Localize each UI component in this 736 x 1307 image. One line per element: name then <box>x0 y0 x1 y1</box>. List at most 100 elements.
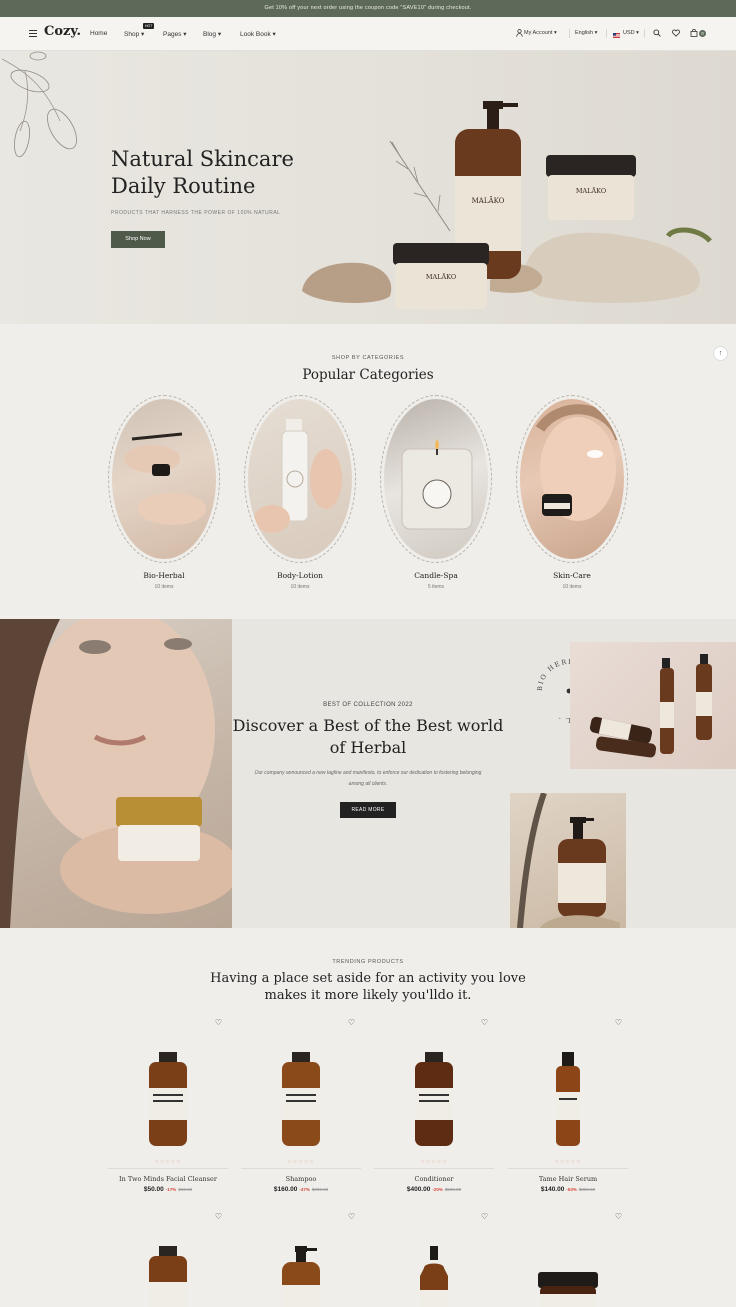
product-image <box>415 1052 453 1146</box>
shop-now-button[interactable]: Shop Now <box>111 231 165 248</box>
discount-badge: -17% <box>165 1187 177 1192</box>
category-name[interactable]: Skin-Care <box>516 571 628 580</box>
divider <box>108 1168 228 1169</box>
category-count: 5 items <box>427 584 445 590</box>
category-count: 10 items <box>290 584 310 590</box>
wishlist-heart-icon[interactable]: ♡ <box>481 1212 488 1221</box>
categories-eyebrow: SHOP BY CATEGORIES <box>331 355 405 361</box>
discount-badge: -47% <box>299 1187 310 1192</box>
collection-products-image <box>570 642 736 769</box>
hero-bottle-label: MALĀKO <box>472 196 505 205</box>
product-image <box>538 1272 598 1307</box>
rating-stars: ☆☆☆☆☆ <box>420 1159 448 1165</box>
wishlist-heart-icon[interactable]: ♡ <box>615 1018 622 1027</box>
product-price: $160.00 -47% $300.00 <box>273 1186 329 1193</box>
collection-description: Our company announced a new tagline and … <box>254 770 482 787</box>
menu-icon[interactable] <box>29 30 37 39</box>
hot-badge: HOT <box>143 23 155 29</box>
leaf-branch-illustration <box>1 51 77 158</box>
product-image <box>282 1052 320 1146</box>
user-icon <box>515 29 524 38</box>
divider <box>644 29 645 38</box>
wishlist-heart-icon[interactable]: ♡ <box>615 1212 622 1221</box>
category-card-candle-spa[interactable]: Candle-Spa 5 items <box>380 395 492 590</box>
wishlist-heart-icon[interactable]: ♡ <box>215 1018 222 1027</box>
rating-stars: ☆☆☆☆☆ <box>154 1159 182 1165</box>
category-count: 10 items <box>154 584 174 590</box>
product-price: $140.00 -53% $300.00 <box>540 1186 596 1193</box>
discount-badge: -20% <box>432 1187 443 1192</box>
hero-products-image: MALĀKO MALĀKO MALĀKO <box>302 101 712 309</box>
category-image-bio-herbal <box>112 399 216 559</box>
product-image <box>149 1246 187 1307</box>
product-title[interactable]: Conditioner <box>374 1175 494 1183</box>
category-image-body-lotion <box>248 399 352 559</box>
product-image <box>149 1052 187 1146</box>
search-icon[interactable] <box>652 29 661 38</box>
nav-home[interactable]: Home <box>90 30 107 37</box>
divider <box>508 1168 628 1169</box>
hero-subtitle: PRODUCTS THAT HARNESS THE POWER OF 100% … <box>111 210 281 216</box>
nav-look-book[interactable]: Look Book ▾ <box>240 30 276 38</box>
product-price: $50.00 -17% $60.00 <box>143 1186 193 1193</box>
trending-title: Having a place set aside for an activity… <box>210 971 526 1003</box>
rating-stars: ☆☆☆☆☆ <box>554 1159 582 1165</box>
collection-section: BEST OF COLLECTION 2022 Discover a Best … <box>0 619 736 928</box>
category-count: 10 items <box>562 584 582 590</box>
divider <box>241 1168 361 1169</box>
category-name[interactable]: Candle-Spa <box>380 571 492 580</box>
product-image <box>282 1246 320 1307</box>
us-flag-icon <box>613 31 620 38</box>
wishlist-heart-icon[interactable]: ♡ <box>348 1018 355 1027</box>
cart-count-badge: 0 <box>699 30 706 37</box>
hero-banner: Natural Skincare Daily Routine PRODUCTS … <box>0 51 736 324</box>
discount-badge: -53% <box>566 1187 577 1192</box>
old-price: $300.00 <box>311 1187 329 1192</box>
hero-title: Natural Skincare Daily Routine <box>111 147 294 198</box>
nav-pages[interactable]: Pages ▾ <box>163 30 187 38</box>
old-price: $60.00 <box>178 1187 193 1192</box>
category-name[interactable]: Bio-Herbal <box>108 571 220 580</box>
old-price: $500.00 <box>444 1187 462 1192</box>
hero-jar-label: MALĀKO <box>576 186 606 195</box>
product-title[interactable]: In Two Minds Facial Cleanser <box>108 1175 228 1183</box>
collection-title: Discover a Best of the Best world of Her… <box>232 716 504 757</box>
wishlist-heart-icon[interactable]: ♡ <box>481 1018 488 1027</box>
category-name[interactable]: Body-Lotion <box>244 571 356 580</box>
category-card-bio-herbal[interactable]: Bio-Herbal 10 items <box>108 395 220 590</box>
product-image <box>556 1052 580 1146</box>
category-image-candle-spa <box>384 399 488 559</box>
divider <box>374 1168 494 1169</box>
divider <box>606 29 607 38</box>
category-card-skin-care[interactable]: Skin-Care 10 items <box>516 395 628 590</box>
collection-eyebrow: BEST OF COLLECTION 2022 <box>323 702 413 708</box>
hero-jar-front-label: MALĀKO <box>426 272 456 281</box>
product-image <box>420 1246 448 1307</box>
categories-title: Popular Categories <box>302 367 434 383</box>
category-card-body-lotion[interactable]: Body-Lotion 10 items <box>244 395 356 590</box>
currency-select[interactable]: USD ▾ <box>623 30 639 36</box>
cart-bag-icon[interactable] <box>689 29 698 38</box>
my-account-link[interactable]: My Account ▾ <box>524 30 557 36</box>
site-logo[interactable]: Cozy. <box>44 24 81 39</box>
site-header: Cozy. Home Shop ▾ HOT Pages ▾ Blog ▾ Loo… <box>0 17 736 51</box>
divider <box>569 29 570 38</box>
scroll-to-top-button[interactable]: ↑ <box>713 346 728 361</box>
language-select[interactable]: English ▾ <box>575 30 597 36</box>
nav-shop[interactable]: Shop ▾ <box>124 30 144 38</box>
wishlist-heart-icon[interactable]: ♡ <box>215 1212 222 1221</box>
trending-eyebrow: TRENDING PRODUCTS <box>332 959 404 965</box>
old-price: $300.00 <box>578 1187 596 1192</box>
product-title[interactable]: Shampoo <box>241 1175 361 1183</box>
read-more-button[interactable]: READ MORE <box>340 802 396 818</box>
collection-bottle-image <box>510 793 626 928</box>
nav-blog[interactable]: Blog ▾ <box>203 30 221 38</box>
category-image-skin-care <box>520 399 624 559</box>
product-title[interactable]: Tame Hair Serum <box>508 1175 628 1183</box>
announcement-bar: Get 10% off your next order using the co… <box>0 0 736 17</box>
wishlist-heart-icon[interactable]: ♡ <box>348 1212 355 1221</box>
collection-model-image <box>0 619 232 928</box>
rating-stars: ☆☆☆☆☆ <box>287 1159 315 1165</box>
product-price: $400.00 -20% $500.00 <box>406 1186 462 1193</box>
wishlist-heart-icon[interactable] <box>671 29 680 38</box>
